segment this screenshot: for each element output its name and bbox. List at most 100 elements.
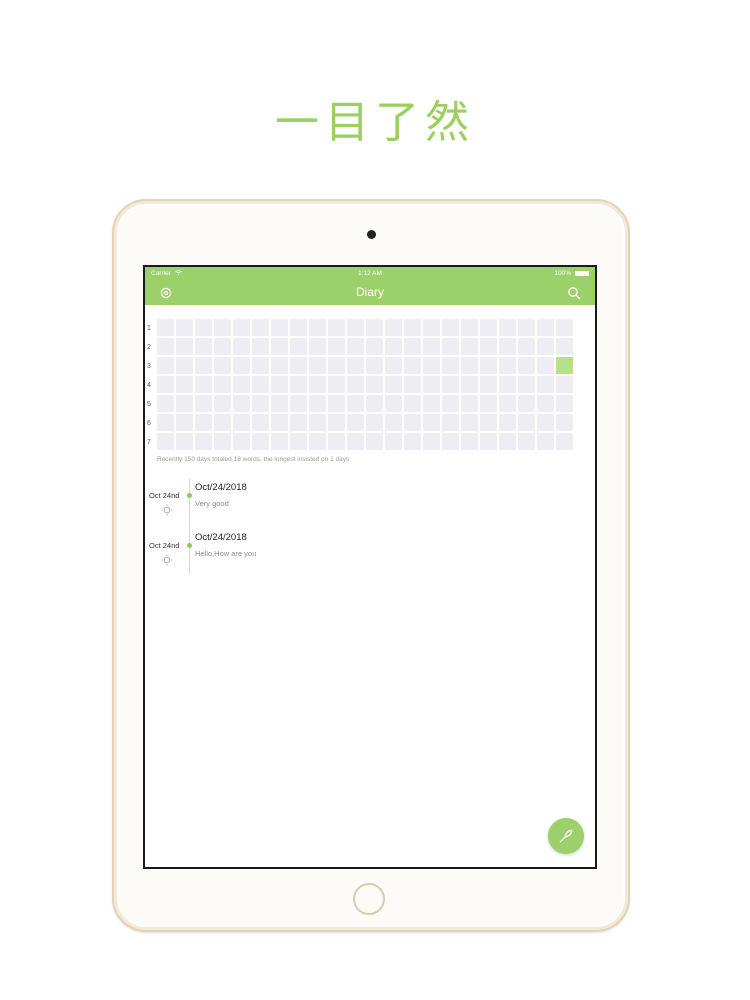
heatmap-cell[interactable] [385, 395, 402, 412]
heatmap-cell[interactable] [423, 338, 440, 355]
heatmap-cell[interactable] [404, 433, 421, 450]
search-button[interactable] [567, 286, 581, 300]
heatmap-cell[interactable] [157, 376, 174, 393]
heatmap-cell[interactable] [537, 433, 554, 450]
heatmap-cell[interactable] [442, 319, 459, 336]
heatmap-cell[interactable] [366, 357, 383, 374]
heatmap-cell[interactable] [537, 338, 554, 355]
heatmap-cell[interactable] [366, 433, 383, 450]
heatmap-cell[interactable] [518, 395, 535, 412]
heatmap-cell[interactable] [423, 395, 440, 412]
heatmap-cell[interactable] [347, 319, 364, 336]
heatmap-cell[interactable] [328, 414, 345, 431]
heatmap-cell[interactable] [537, 319, 554, 336]
heatmap-cell[interactable] [442, 357, 459, 374]
heatmap-cell[interactable] [176, 338, 193, 355]
heatmap-cell[interactable] [309, 433, 326, 450]
heatmap-cell[interactable] [309, 357, 326, 374]
heatmap-cell[interactable] [252, 338, 269, 355]
heatmap-cell[interactable] [176, 319, 193, 336]
heatmap-cell[interactable] [461, 433, 478, 450]
heatmap-cell[interactable] [233, 414, 250, 431]
heatmap-cell[interactable] [328, 319, 345, 336]
heatmap-cell[interactable] [252, 357, 269, 374]
heatmap-cell[interactable] [328, 376, 345, 393]
heatmap-cell[interactable] [252, 414, 269, 431]
heatmap-cell[interactable] [176, 357, 193, 374]
heatmap-cell[interactable] [328, 338, 345, 355]
heatmap-cell[interactable] [480, 395, 497, 412]
heatmap-cell[interactable] [480, 338, 497, 355]
heatmap-cell[interactable] [195, 414, 212, 431]
heatmap-cell[interactable] [176, 414, 193, 431]
heatmap-cell[interactable] [442, 376, 459, 393]
heatmap-cell[interactable] [233, 319, 250, 336]
heatmap-cell[interactable] [328, 395, 345, 412]
heatmap-cell[interactable] [271, 338, 288, 355]
heatmap-cell[interactable] [157, 357, 174, 374]
diary-entry[interactable]: Oct 24nd Oct/24/2018 Hello,How are you [145, 529, 595, 575]
heatmap-cell[interactable] [271, 414, 288, 431]
heatmap-cell[interactable] [195, 338, 212, 355]
heatmap-cell[interactable] [556, 376, 573, 393]
heatmap-cell[interactable] [233, 395, 250, 412]
heatmap-cell[interactable] [499, 319, 516, 336]
heatmap-cell[interactable] [518, 433, 535, 450]
heatmap-cell[interactable] [157, 338, 174, 355]
heatmap-cell[interactable] [537, 357, 554, 374]
heatmap-cell[interactable] [385, 414, 402, 431]
heatmap-cell[interactable] [499, 433, 516, 450]
heatmap-cell[interactable] [176, 433, 193, 450]
heatmap-cell[interactable] [233, 338, 250, 355]
heatmap-cell[interactable] [347, 433, 364, 450]
heatmap-cell[interactable] [404, 338, 421, 355]
heatmap-cell[interactable] [423, 414, 440, 431]
heatmap-cell[interactable] [309, 338, 326, 355]
heatmap-cell[interactable] [347, 395, 364, 412]
heatmap-cell[interactable] [518, 319, 535, 336]
heatmap-cell[interactable] [480, 319, 497, 336]
heatmap-cell[interactable] [290, 319, 307, 336]
heatmap-cell[interactable] [385, 319, 402, 336]
heatmap-cell[interactable] [195, 433, 212, 450]
heatmap-cell[interactable] [366, 395, 383, 412]
heatmap-cell[interactable] [556, 414, 573, 431]
heatmap-cell[interactable] [347, 414, 364, 431]
heatmap-cell[interactable] [518, 338, 535, 355]
heatmap-cell[interactable] [461, 395, 478, 412]
heatmap-cell[interactable] [461, 338, 478, 355]
heatmap-cell[interactable] [214, 357, 231, 374]
heatmap-cell[interactable] [214, 376, 231, 393]
heatmap-cell[interactable] [442, 414, 459, 431]
heatmap-cell[interactable] [195, 376, 212, 393]
heatmap-cell[interactable] [556, 357, 573, 374]
heatmap-cell[interactable] [157, 395, 174, 412]
diary-entry[interactable]: Oct 24nd Oct/24/2018 Very good [145, 479, 595, 525]
heatmap-cell[interactable] [499, 414, 516, 431]
heatmap-cell[interactable] [214, 319, 231, 336]
heatmap-cell[interactable] [499, 338, 516, 355]
heatmap-cell[interactable] [176, 395, 193, 412]
heatmap-cell[interactable] [290, 433, 307, 450]
heatmap-cell[interactable] [233, 376, 250, 393]
heatmap-cell[interactable] [480, 433, 497, 450]
heatmap-cell[interactable] [537, 395, 554, 412]
heatmap-cell[interactable] [518, 376, 535, 393]
heatmap-cell[interactable] [480, 376, 497, 393]
heatmap-cell[interactable] [442, 338, 459, 355]
heatmap-cell[interactable] [214, 414, 231, 431]
heatmap-cell[interactable] [537, 376, 554, 393]
heatmap-cell[interactable] [347, 338, 364, 355]
heatmap-cell[interactable] [499, 395, 516, 412]
heatmap-cell[interactable] [366, 376, 383, 393]
heatmap-cell[interactable] [442, 433, 459, 450]
heatmap-cell[interactable] [290, 414, 307, 431]
heatmap-cell[interactable] [157, 414, 174, 431]
heatmap-cell[interactable] [309, 395, 326, 412]
heatmap-cell[interactable] [366, 414, 383, 431]
heatmap-cell[interactable] [423, 319, 440, 336]
heatmap-cell[interactable] [499, 376, 516, 393]
heatmap-cell[interactable] [423, 357, 440, 374]
heatmap-cell[interactable] [404, 414, 421, 431]
heatmap-cell[interactable] [290, 395, 307, 412]
